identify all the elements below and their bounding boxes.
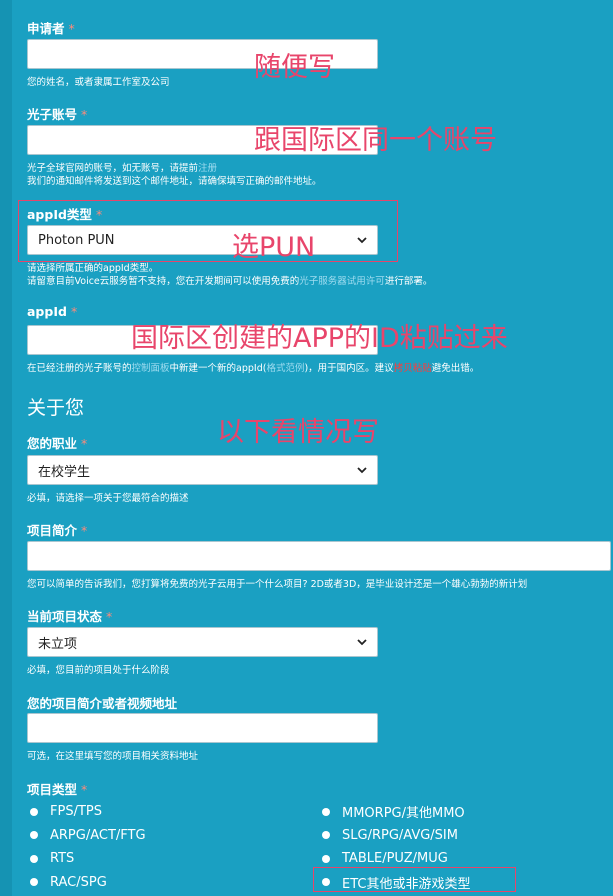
radio-dot-icon (322, 807, 330, 816)
radio-option[interactable]: SLG/RPG/AVG/SIM (322, 824, 470, 848)
annotation-optional-below: 以下看情况写 (217, 417, 379, 448)
project-type-left-column: FPS/TPS ARPG/ACT/FTG RTS RAC/SPG (30, 800, 146, 894)
project-intro-label: 项目简介 * (27, 523, 88, 538)
appid-hint: 在已经注册的光子账号的控制面板中新建一个新的appId(格式范例)，用于国内区。… (27, 363, 480, 374)
project-url-input[interactable] (27, 713, 378, 743)
project-url-label: 您的项目简介或者视频地址 (27, 696, 178, 711)
appid-type-select[interactable]: Photon PUN (27, 225, 378, 255)
chevron-down-icon (357, 467, 367, 474)
format-example-link[interactable]: 格式范例 (266, 363, 304, 374)
appid-label: appId * (27, 304, 78, 319)
applicant-hint: 您的姓名，或者隶属工作室及公司 (27, 77, 170, 88)
job-value: 在校学生 (38, 464, 91, 480)
appid-type-hint-2: 请留意目前Voice云服务暂不支持，您在开发期间可以使用免费的光子服务器试用许可… (27, 276, 433, 287)
control-panel-link[interactable]: 控制面板 (132, 363, 170, 374)
account-hint-1: 光子全球官网的账号，如无账号，请提前注册 (27, 163, 218, 174)
job-select[interactable]: 在校学生 (27, 455, 378, 485)
project-intro-hint: 您可以简单的告诉我们，您打算将免费的光子云用于一个什么项目? 2D或者3D，是毕… (27, 579, 528, 590)
about-title: 关于您 (27, 397, 85, 419)
trial-license-link[interactable]: 光子服务器试用许可 (299, 276, 385, 287)
radio-option[interactable]: RTS (30, 847, 146, 871)
annotation-box-etc (313, 867, 516, 892)
radio-option[interactable]: ARPG/ACT/FTG (30, 824, 146, 848)
annotation-paste-id: 国际区创建的APP的ID粘贴过来 (131, 323, 508, 354)
applicant-label: 申请者 * (27, 21, 75, 36)
radio-dot-icon (30, 807, 38, 816)
project-url-hint: 可选，在这里填写您的项目相关资料地址 (27, 751, 199, 762)
project-intro-input[interactable] (27, 541, 611, 571)
chevron-down-icon (357, 639, 367, 646)
project-status-hint: 必填，您目前的项目处于什么阶段 (27, 665, 170, 676)
job-hint: 必填，请选择一项关于您最符合的描述 (27, 493, 189, 504)
register-link[interactable]: 注册 (198, 163, 217, 174)
radio-dot-icon (322, 831, 330, 840)
radio-dot-icon (30, 831, 38, 840)
radio-option[interactable]: MMORPG/其他MMO (322, 800, 470, 824)
account-label: 光子账号 * (27, 107, 88, 122)
left-border (0, 0, 12, 896)
project-status-value: 未立项 (38, 636, 78, 652)
annotation-choose-pun: 选PUN (232, 232, 316, 263)
appid-type-value: Photon PUN (38, 232, 115, 248)
job-label: 您的职业 * (27, 436, 88, 451)
radio-option[interactable]: RAC/SPG (30, 871, 146, 895)
project-status-label: 当前项目状态 * (27, 609, 113, 624)
annotation-any: 随便写 (254, 52, 335, 83)
annotation-same-account: 跟国际区同一个账号 (254, 125, 497, 156)
project-type-label: 项目类型 * (27, 782, 88, 797)
radio-dot-icon (30, 878, 38, 887)
chevron-down-icon (357, 237, 367, 244)
radio-dot-icon (322, 854, 330, 863)
appid-type-label: appId类型 * (27, 207, 103, 222)
radio-option[interactable]: FPS/TPS (30, 800, 146, 824)
project-status-select[interactable]: 未立项 (27, 627, 378, 657)
radio-dot-icon (30, 854, 38, 863)
appid-type-hint-1: 请选择所属正确的appId类型。 (27, 263, 159, 274)
account-hint-2: 我们的通知邮件将发送到这个邮件地址，请确保填写正确的邮件地址。 (27, 176, 322, 187)
